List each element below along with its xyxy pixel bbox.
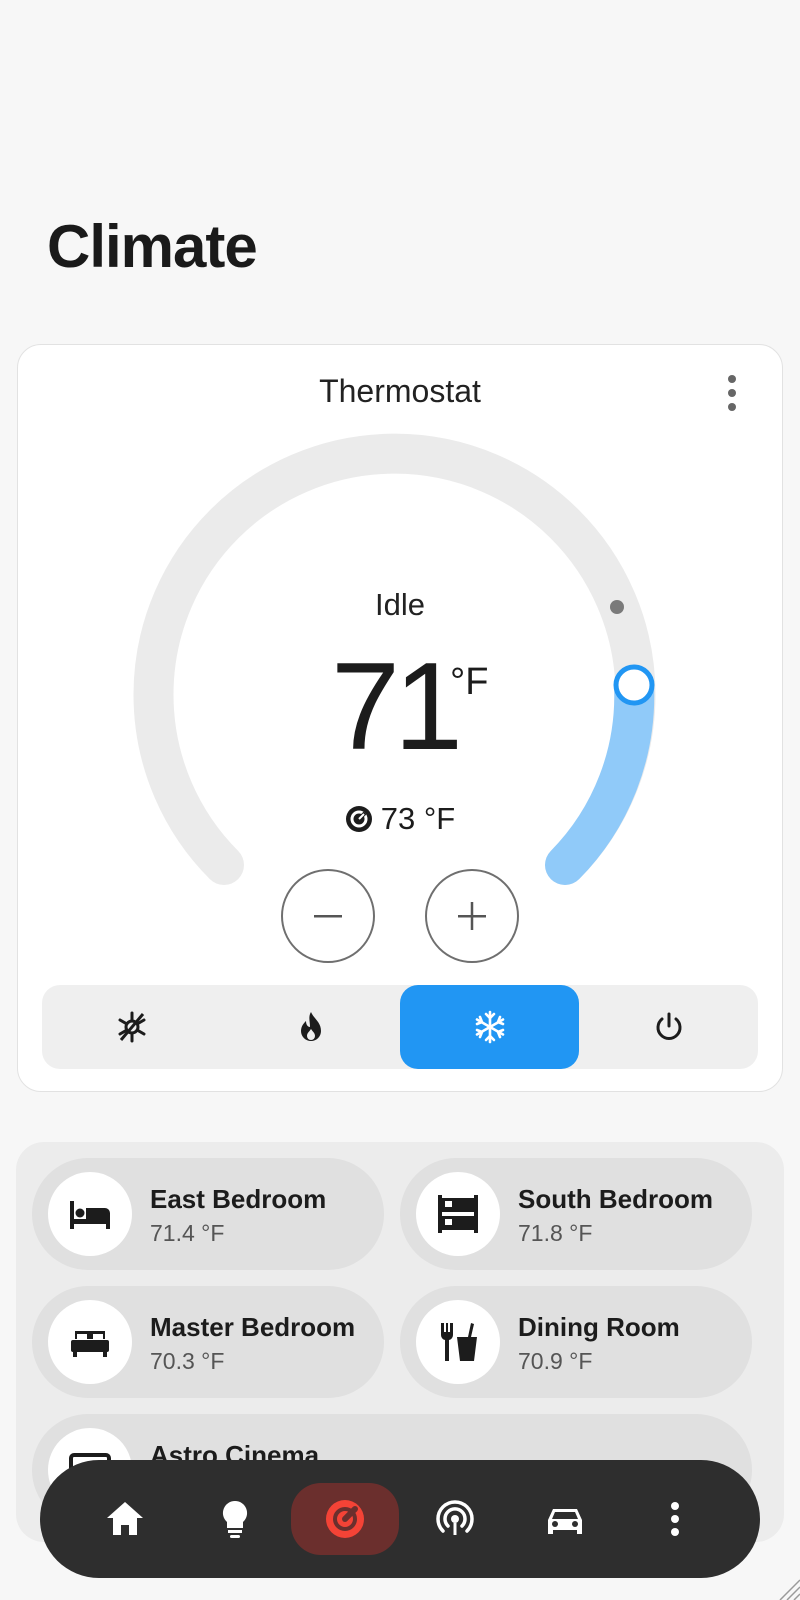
current-temperature: 73 °F — [18, 801, 782, 841]
broadcast-icon — [436, 1500, 474, 1535]
resize-grip-icon[interactable] — [774, 1574, 800, 1600]
nav-home[interactable] — [71, 1483, 179, 1555]
climate-page: Climate Thermostat Idle 71 °F 73 °F East… — [0, 0, 800, 1600]
power-icon — [656, 1012, 681, 1040]
area-name: Master Bedroom — [150, 1312, 356, 1342]
bunk-bed-icon — [416, 1172, 500, 1256]
mode-heat-cool-button[interactable] — [42, 985, 221, 1069]
thermostat-icon — [326, 1500, 364, 1538]
lightbulb-icon — [222, 1500, 248, 1538]
nav-media[interactable] — [401, 1483, 509, 1555]
area-name: Dining Room — [518, 1312, 680, 1342]
thermostat-card: Thermostat Idle 71 °F 73 °F — [17, 344, 783, 1092]
double-bed-icon — [48, 1300, 132, 1384]
area-tile-dining-room[interactable]: Dining Room 70.9 °F — [400, 1286, 752, 1398]
hvac-mode-selector — [42, 985, 758, 1069]
increase-temperature-button[interactable] — [425, 869, 519, 963]
nav-climate[interactable] — [291, 1483, 399, 1555]
area-tile-south-bedroom[interactable]: South Bedroom 71.8 °F — [400, 1158, 752, 1270]
car-icon — [548, 1509, 582, 1534]
hvac-state: Idle — [375, 587, 425, 622]
snowflake-icon — [475, 1010, 504, 1044]
area-tile-master-bedroom[interactable]: Master Bedroom 70.3 °F — [32, 1286, 384, 1398]
thermometer-gauge-icon — [345, 805, 373, 841]
area-temperature: 70.3 °F — [150, 1348, 225, 1374]
mode-off-button[interactable] — [579, 985, 758, 1069]
plus-icon — [458, 902, 486, 930]
fire-icon — [300, 1012, 321, 1041]
nav-vehicle[interactable] — [511, 1483, 619, 1555]
mode-cool-button[interactable] — [400, 985, 579, 1069]
more-vertical-icon — [671, 1502, 679, 1536]
minus-icon — [314, 915, 342, 918]
home-icon — [107, 1502, 143, 1535]
mode-heat-button[interactable] — [221, 985, 400, 1069]
area-temperature: 70.9 °F — [518, 1348, 593, 1374]
bed-icon — [48, 1172, 132, 1256]
page-title: Climate — [47, 213, 258, 280]
sun-snowflake-icon — [118, 1011, 145, 1043]
area-name: East Bedroom — [150, 1184, 327, 1214]
target-temperature: 71 — [331, 638, 463, 776]
bottom-navigation — [40, 1460, 760, 1578]
dial-handle — [613, 664, 655, 706]
area-temperature: 71.4 °F — [150, 1220, 225, 1246]
current-temperature-value: 73 °F — [380, 801, 456, 836]
target-temperature-unit: °F — [450, 661, 489, 703]
nav-lights[interactable] — [181, 1483, 289, 1555]
nav-more[interactable] — [621, 1483, 729, 1555]
area-name: South Bedroom — [518, 1184, 713, 1214]
food-drink-icon — [416, 1300, 500, 1384]
area-temperature: 71.8 °F — [518, 1220, 593, 1246]
decrease-temperature-button[interactable] — [281, 869, 375, 963]
area-tile-east-bedroom[interactable]: East Bedroom 71.4 °F — [32, 1158, 384, 1270]
